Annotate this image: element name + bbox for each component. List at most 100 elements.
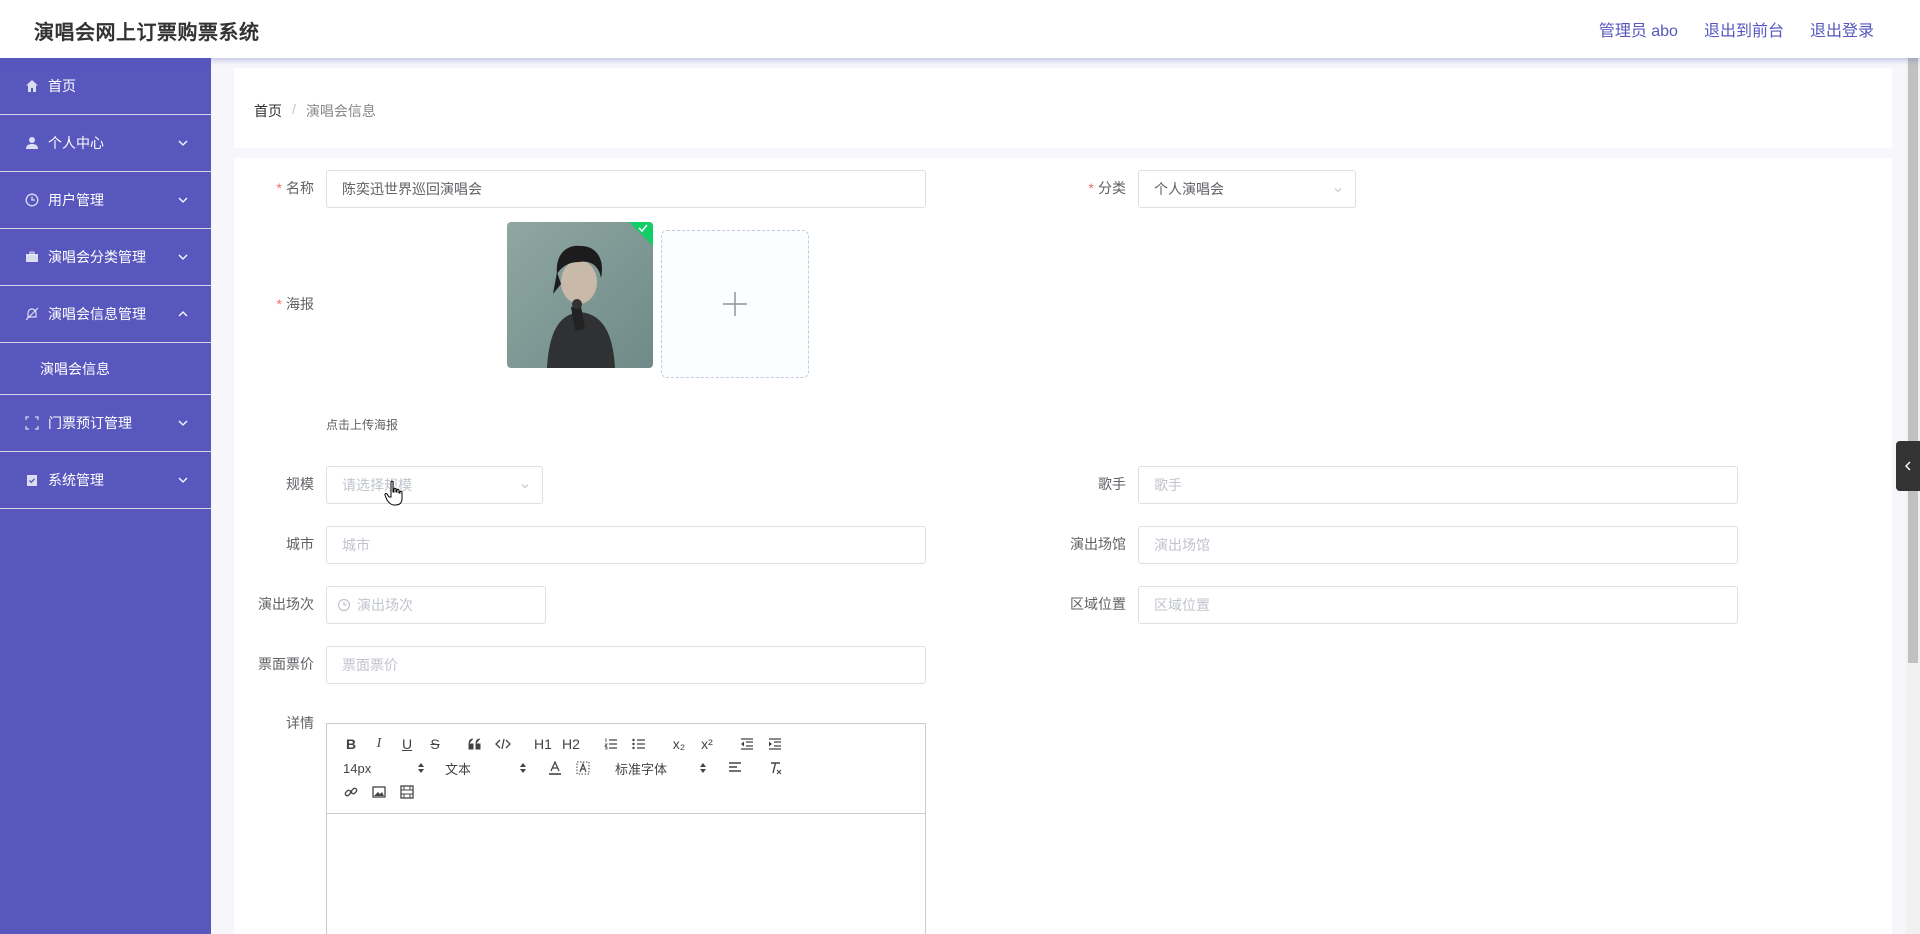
breadcrumb-home[interactable]: 首页 (254, 101, 282, 121)
main-content: 首页 / 演唱会信息 * 名称 陈奕迅世界巡回演唱会 * 分类 个人演唱会 * 海报 (211, 58, 1920, 934)
sidebar-item-system-management[interactable]: 系统管理 (0, 452, 211, 509)
sidebar-item-label: 首页 (48, 78, 76, 94)
editor-toolbar: B I U S H1 H2 x₂ x² 14px 文本 标准字体 (327, 724, 925, 814)
city-input[interactable]: 城市 (326, 526, 926, 564)
select-arrows-icon (418, 763, 424, 773)
link-icon[interactable] (337, 780, 365, 804)
user-icon (24, 135, 40, 151)
singer-label: 歌手 (1098, 476, 1126, 492)
sidebar-item-home[interactable]: 首页 (0, 58, 211, 115)
area-label: 区域位置 (1070, 596, 1126, 612)
underline-button[interactable]: U (393, 732, 421, 756)
venue-input[interactable]: 演出场馆 (1138, 526, 1738, 564)
ordered-list-icon[interactable] (597, 732, 625, 756)
exit-to-front-link[interactable]: 退出到前台 (1704, 17, 1784, 41)
sidebar-item-concert-info-management[interactable]: 演唱会信息管理 (0, 286, 211, 343)
rich-text-editor: B I U S H1 H2 x₂ x² 14px 文本 标准字体 (326, 723, 926, 934)
indent-icon[interactable] (761, 732, 789, 756)
poster-label: * 海报 (276, 296, 314, 312)
sidebar-item-category-management[interactable]: 演唱会分类管理 (0, 229, 211, 286)
breadcrumb-panel: 首页 / 演唱会信息 (234, 68, 1892, 148)
header-format-select[interactable]: 文本 (439, 756, 533, 780)
font-size-select[interactable]: 14px (337, 756, 431, 780)
concert-form: * 名称 陈奕迅世界巡回演唱会 * 分类 个人演唱会 * 海报 点击上传海报 规… (234, 158, 1892, 934)
clear-format-icon[interactable] (761, 756, 789, 780)
font-family-select[interactable]: 标准字体 (609, 756, 713, 780)
plus-icon (723, 292, 747, 316)
breadcrumb-current: 演唱会信息 (305, 103, 376, 119)
sidebar-item-label: 演唱会信息管理 (48, 306, 146, 322)
blockquote-icon[interactable] (461, 732, 489, 756)
singer-input[interactable]: 歌手 (1138, 466, 1738, 504)
breadcrumb-separator: / (292, 101, 296, 117)
poster-thumbnail[interactable] (507, 222, 653, 368)
sidebar-item-personal-center[interactable]: 个人中心 (0, 115, 211, 172)
top-header: 演唱会网上订票购票系统 管理员 abo 退出到前台 退出登录 (0, 0, 1920, 58)
header-2-button[interactable]: H2 (557, 732, 585, 756)
italic-button[interactable]: I (365, 732, 393, 756)
app-title: 演唱会网上订票购票系统 (34, 22, 260, 44)
subscript-button[interactable]: x₂ (665, 732, 693, 756)
city-label: 城市 (286, 536, 314, 552)
logout-link[interactable]: 退出登录 (1810, 17, 1874, 41)
home-icon (24, 78, 40, 94)
sidebar-item-label: 个人中心 (48, 135, 104, 151)
sidebar-item-label: 用户管理 (48, 192, 104, 208)
sidebar: 首页 个人中心 用户管理 演唱会分类管理 演唱会信息管理 演唱会信息 门票预订管… (0, 58, 211, 934)
area-input[interactable]: 区域位置 (1138, 586, 1738, 624)
bold-button[interactable]: B (337, 732, 365, 756)
clock-icon (337, 598, 351, 612)
venue-label: 演出场馆 (1070, 536, 1126, 552)
clock-icon (24, 192, 40, 208)
price-input[interactable]: 票面票价 (326, 646, 926, 684)
background-color-icon[interactable] (569, 756, 597, 780)
header-1-button[interactable]: H1 (529, 732, 557, 756)
bell-off-icon (24, 306, 40, 322)
admin-user-link[interactable]: 管理员 abo (1599, 17, 1678, 41)
text-color-icon[interactable] (541, 756, 569, 780)
chevron-down-icon (178, 197, 188, 203)
sidebar-item-user-management[interactable]: 用户管理 (0, 172, 211, 229)
detail-label: 详情 (286, 715, 314, 731)
breadcrumb: 首页 / 演唱会信息 (254, 101, 376, 121)
chevron-down-icon (521, 484, 529, 489)
superscript-button[interactable]: x² (693, 732, 721, 756)
sidebar-subitem-concert-info[interactable]: 演唱会信息 (0, 343, 211, 395)
editor-content-area[interactable] (327, 814, 925, 934)
name-label: * 名称 (276, 180, 314, 196)
clipboard-icon (24, 472, 40, 488)
video-icon[interactable] (393, 780, 421, 804)
header-format-value: 文本 (445, 761, 472, 777)
upload-poster-button[interactable] (661, 230, 809, 378)
chevron-down-icon (1334, 188, 1342, 193)
scrollbar-thumb[interactable] (1908, 58, 1918, 663)
chevron-down-icon (178, 420, 188, 426)
font-size-value: 14px (343, 760, 372, 776)
sidebar-item-label: 演唱会分类管理 (48, 249, 146, 265)
sidebar-item-label: 系统管理 (48, 472, 104, 488)
chevron-up-icon (178, 311, 188, 317)
header-links: 管理员 abo 退出到前台 退出登录 (1599, 17, 1874, 41)
outdent-icon[interactable] (733, 732, 761, 756)
session-time-picker[interactable]: 演出场次 (326, 586, 546, 624)
sidebar-item-ticket-booking-management[interactable]: 门票预订管理 (0, 395, 211, 452)
scale-select[interactable]: 请选择规模 (326, 466, 543, 504)
strike-button[interactable]: S (421, 732, 449, 756)
select-arrows-icon (700, 763, 706, 773)
align-left-icon[interactable] (721, 756, 749, 780)
image-icon[interactable] (365, 780, 393, 804)
hand-cursor-icon (384, 480, 403, 506)
poster-upload-tip: 点击上传海报 (326, 418, 399, 432)
side-panel-toggle[interactable] (1896, 441, 1920, 491)
bullet-list-icon[interactable] (625, 732, 653, 756)
category-select-value: 个人演唱会 (1154, 181, 1224, 197)
code-block-icon[interactable] (489, 732, 517, 756)
chevron-down-icon (178, 140, 188, 146)
scale-label: 规模 (286, 476, 314, 492)
chevron-left-icon (1905, 461, 1911, 471)
category-select[interactable]: 个人演唱会 (1138, 170, 1356, 208)
fullscreen-icon (24, 415, 40, 431)
price-label: 票面票价 (258, 656, 314, 672)
name-input[interactable]: 陈奕迅世界巡回演唱会 (326, 170, 926, 208)
sidebar-item-label: 门票预订管理 (48, 415, 132, 431)
